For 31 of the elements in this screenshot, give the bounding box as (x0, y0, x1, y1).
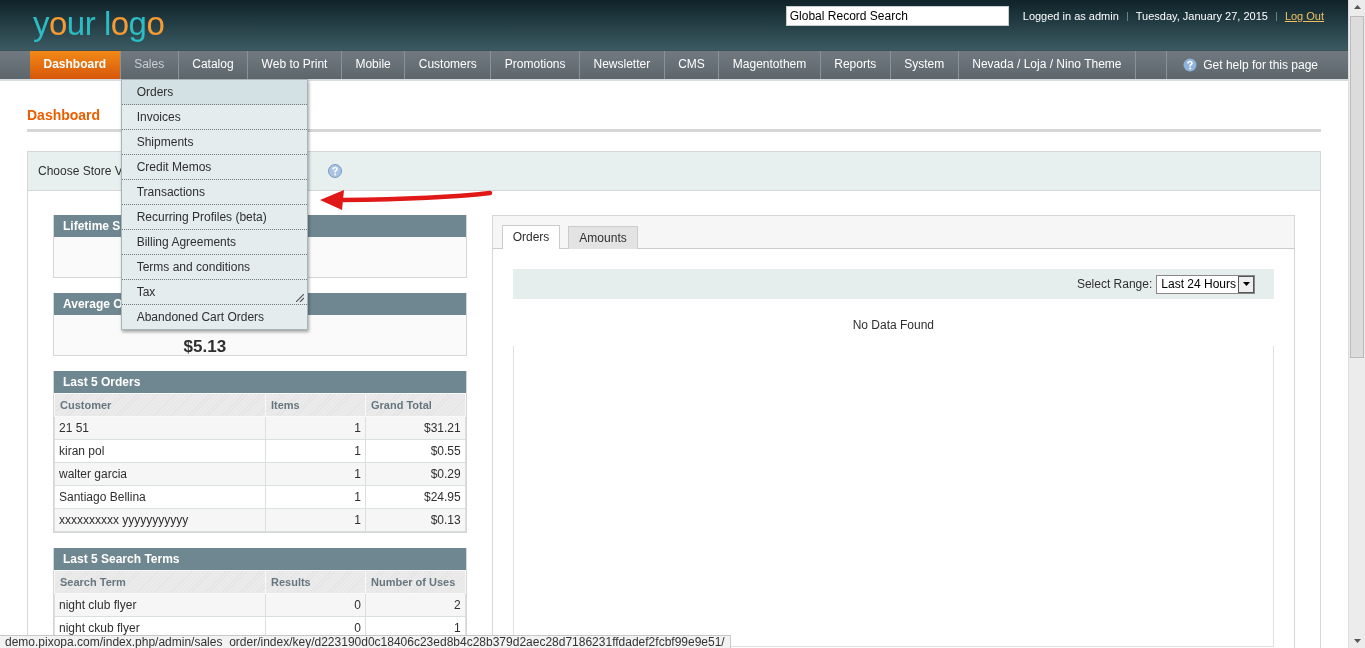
average-value: $5.13 (183, 338, 227, 356)
column-header: Results (265, 570, 366, 594)
table-cell: walter garcia (54, 462, 266, 486)
tab[interactable]: Orders (501, 225, 561, 249)
search-field[interactable]: Global Record Search (785, 6, 1009, 26)
table-header: Last 5 Orders (54, 371, 466, 393)
range-label: Select Range: (1076, 277, 1153, 291)
menu-item[interactable]: Orders (121, 80, 307, 105)
tab[interactable]: Amounts (568, 226, 638, 249)
column-header: Number of Uses (365, 570, 466, 594)
table-cell: kiran pol (54, 439, 266, 463)
logo: your logo (33, 4, 165, 44)
table-cell: Santiago Bellina (54, 485, 266, 509)
date-text: Tuesday, January 27, 2015 (1135, 10, 1268, 22)
menu-item[interactable]: Tax (121, 280, 307, 305)
column-header: Customer (54, 393, 266, 417)
page-title: Dashboard (27, 107, 101, 123)
logout-link[interactable]: Log Out (1284, 10, 1324, 22)
menu-item[interactable]: Invoices (121, 105, 307, 130)
table-cell: night club flyer (54, 593, 266, 617)
nav-tab[interactable]: Catalog (178, 51, 249, 79)
user-text: Logged in as admin (1022, 10, 1119, 22)
column-header: Search Term (54, 570, 266, 594)
menu-item[interactable]: Shipments (121, 130, 307, 155)
table-cell: xxxxxxxxxx yyyyyyyyyyy (54, 508, 266, 532)
range-select[interactable]: Last 24 Hours (1156, 274, 1255, 294)
table-header: Last 5 Search Terms (54, 548, 466, 570)
table-cell: 21 51 (54, 416, 266, 440)
column-header: Grand Total (365, 393, 466, 417)
column-header: Items (265, 393, 366, 417)
empty-message: No Data Found (851, 318, 936, 332)
